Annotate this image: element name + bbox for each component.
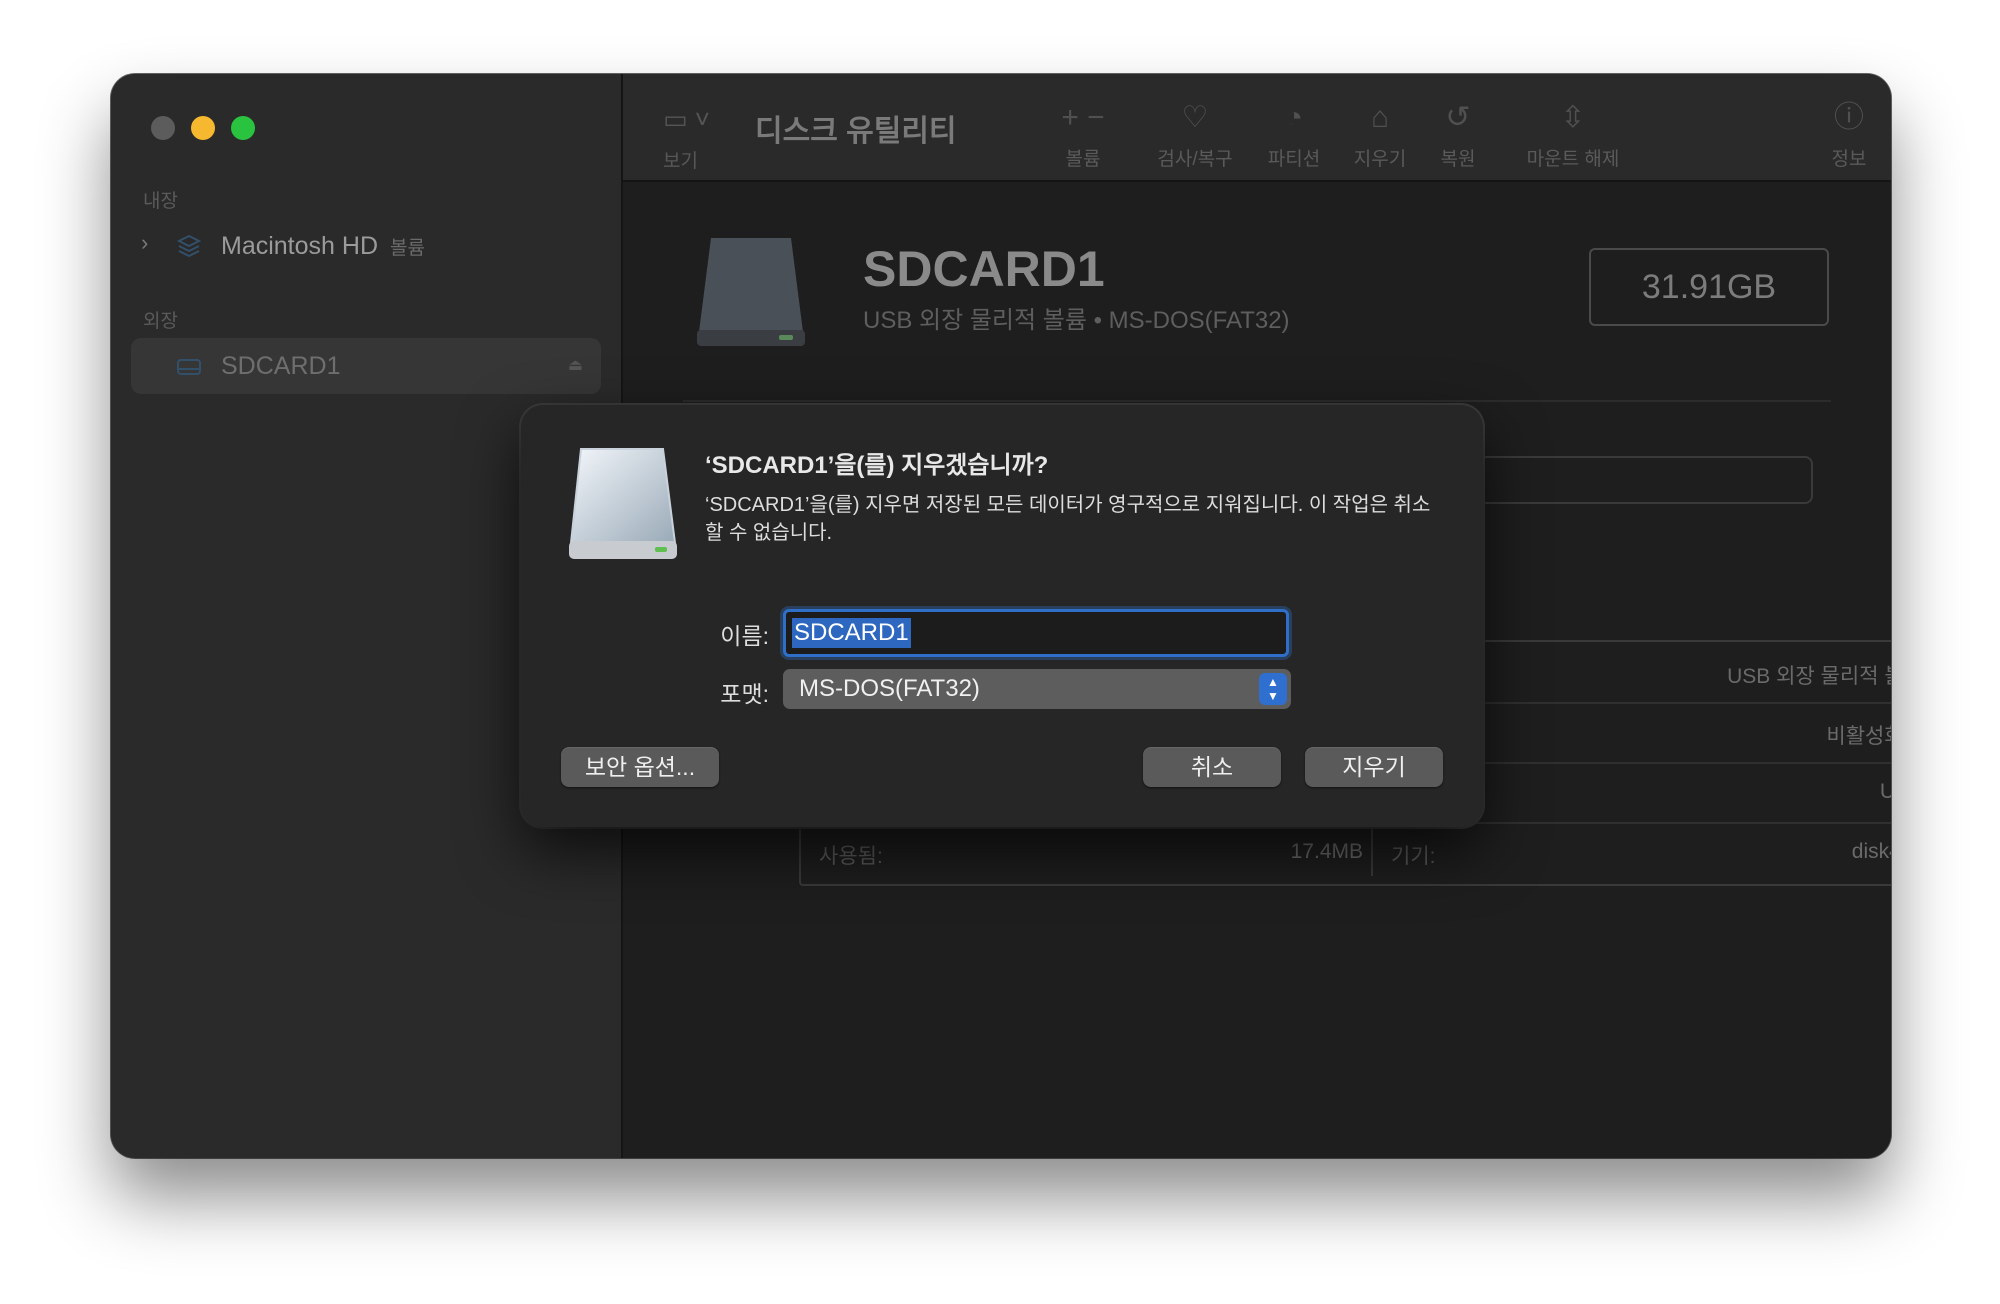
toolbar-erase-button[interactable]: ⌂ 지우기 [1345, 98, 1415, 171]
partition-icon: ◔ [1284, 101, 1304, 134]
volume-size-badge: 31.91GB [1589, 248, 1829, 326]
info-value-used: 17.4MB [1290, 840, 1363, 863]
cancel-button[interactable]: 취소 [1143, 747, 1281, 787]
toolbar-button-label: 복원 [1440, 149, 1476, 170]
toolbar-restore-button[interactable]: ↺ 복원 [1423, 98, 1493, 171]
info-row: 사용됨: 17.4MB 기기: disk4s1 [801, 822, 1891, 882]
unmount-icon: ⇳ [1560, 101, 1586, 134]
toolbar-button-label: 지우기 [1353, 149, 1407, 170]
info-column-separator [1371, 826, 1373, 876]
format-select-value: MS-DOS(FAT32) [799, 675, 980, 702]
sidebar-item-macintosh-hd[interactable]: › Macintosh HD 볼륨 [131, 218, 601, 274]
window-zoom-button[interactable] [231, 116, 255, 140]
external-drive-icon [569, 448, 677, 559]
window-title: 디스크 유틸리티 [755, 115, 957, 148]
toolbar-first-aid-button[interactable]: ♡ 검사/복구 [1143, 98, 1247, 171]
restore-icon: ↺ [1445, 101, 1471, 134]
info-value-device: disk4s1 [1851, 840, 1891, 863]
sidebar-item-sdcard1[interactable]: SDCARD1 ⏏ [131, 338, 601, 394]
sidebar-section-external: 외장 [143, 311, 178, 332]
sidebar-item-label: SDCARD1 [221, 352, 341, 380]
format-field-label: 포맷: [720, 681, 769, 707]
dialog-title: ‘SDCARD1’을(를) 지우겠습니까? [705, 452, 1049, 479]
toolbar-button-label: 검사/복구 [1157, 149, 1233, 170]
name-input-value: SDCARD1 [792, 618, 911, 648]
eject-icon[interactable]: ⏏ [568, 355, 583, 375]
toolbar: ▭ ˅ 보기 디스크 유틸리티 + − 볼륨 ♡ 검사/복구 ◔ 파티션 ⌂ 지… [623, 74, 1891, 182]
volume-name: SDCARD1 [863, 241, 1105, 297]
sidebar-item-label: Macintosh HD 볼륨 [221, 232, 425, 260]
toolbar-button-label: 볼륨 [1065, 149, 1101, 170]
toolbar-partition-button[interactable]: ◔ 파티션 [1259, 98, 1329, 171]
sidebar-section-internal: 내장 [143, 191, 178, 212]
info-value: USB [1879, 780, 1891, 803]
window-close-button[interactable] [151, 116, 175, 140]
first-aid-icon: ♡ [1181, 101, 1209, 134]
view-button-label: 보기 [663, 151, 698, 172]
info-key-device: 기기: [1391, 845, 1436, 868]
add-remove-icon: + − [1061, 101, 1105, 134]
sidebar-toggle-icon[interactable]: ▭ ˅ [663, 104, 710, 135]
toolbar-info-button[interactable]: ⓘ 정보 [1819, 98, 1879, 171]
info-icon: ⓘ [1834, 101, 1864, 134]
toolbar-volume-button[interactable]: + − 볼륨 [1048, 98, 1118, 171]
toolbar-button-label: 마운트 해제 [1526, 149, 1620, 170]
erase-icon: ⌂ [1370, 101, 1390, 134]
volume-description: USB 외장 물리적 볼륨 • MS-DOS(FAT32) [863, 307, 1290, 334]
info-value: 비활성화됨 [1826, 725, 1891, 748]
erase-button[interactable]: 지우기 [1305, 747, 1443, 787]
security-options-button[interactable]: 보안 옵션... [561, 747, 719, 787]
volume-stack-icon [176, 234, 202, 258]
window-minimize-button[interactable] [191, 116, 215, 140]
toolbar-unmount-button[interactable]: ⇳ 마운트 해제 [1508, 98, 1638, 171]
info-value: USB 외장 물리적 볼륨 [1727, 665, 1891, 688]
info-key-used: 사용됨: [819, 845, 883, 868]
dialog-message: ‘SDCARD1’을(를) 지우면 저장된 모든 데이터가 영구적으로 지워집니… [705, 494, 1431, 544]
sidebar-item-sublabel: 볼륨 [390, 238, 425, 259]
chevron-up-down-icon: ▲ ▼ [1259, 673, 1287, 705]
name-input[interactable]: SDCARD1 [783, 609, 1289, 657]
toolbar-button-label: 정보 [1831, 149, 1867, 170]
name-field-label: 이름: [720, 623, 769, 649]
erase-dialog: ‘SDCARD1’을(를) 지우겠습니까? ‘SDCARD1’을(를) 지우면 … [521, 405, 1483, 827]
external-drive-icon [697, 238, 805, 346]
toolbar-button-label: 파티션 [1267, 149, 1321, 170]
format-select[interactable]: MS-DOS(FAT32) ▲ ▼ [783, 669, 1291, 709]
section-divider [683, 400, 1831, 402]
external-disk-icon [177, 359, 201, 375]
disclosure-chevron-icon[interactable]: › [141, 230, 148, 256]
